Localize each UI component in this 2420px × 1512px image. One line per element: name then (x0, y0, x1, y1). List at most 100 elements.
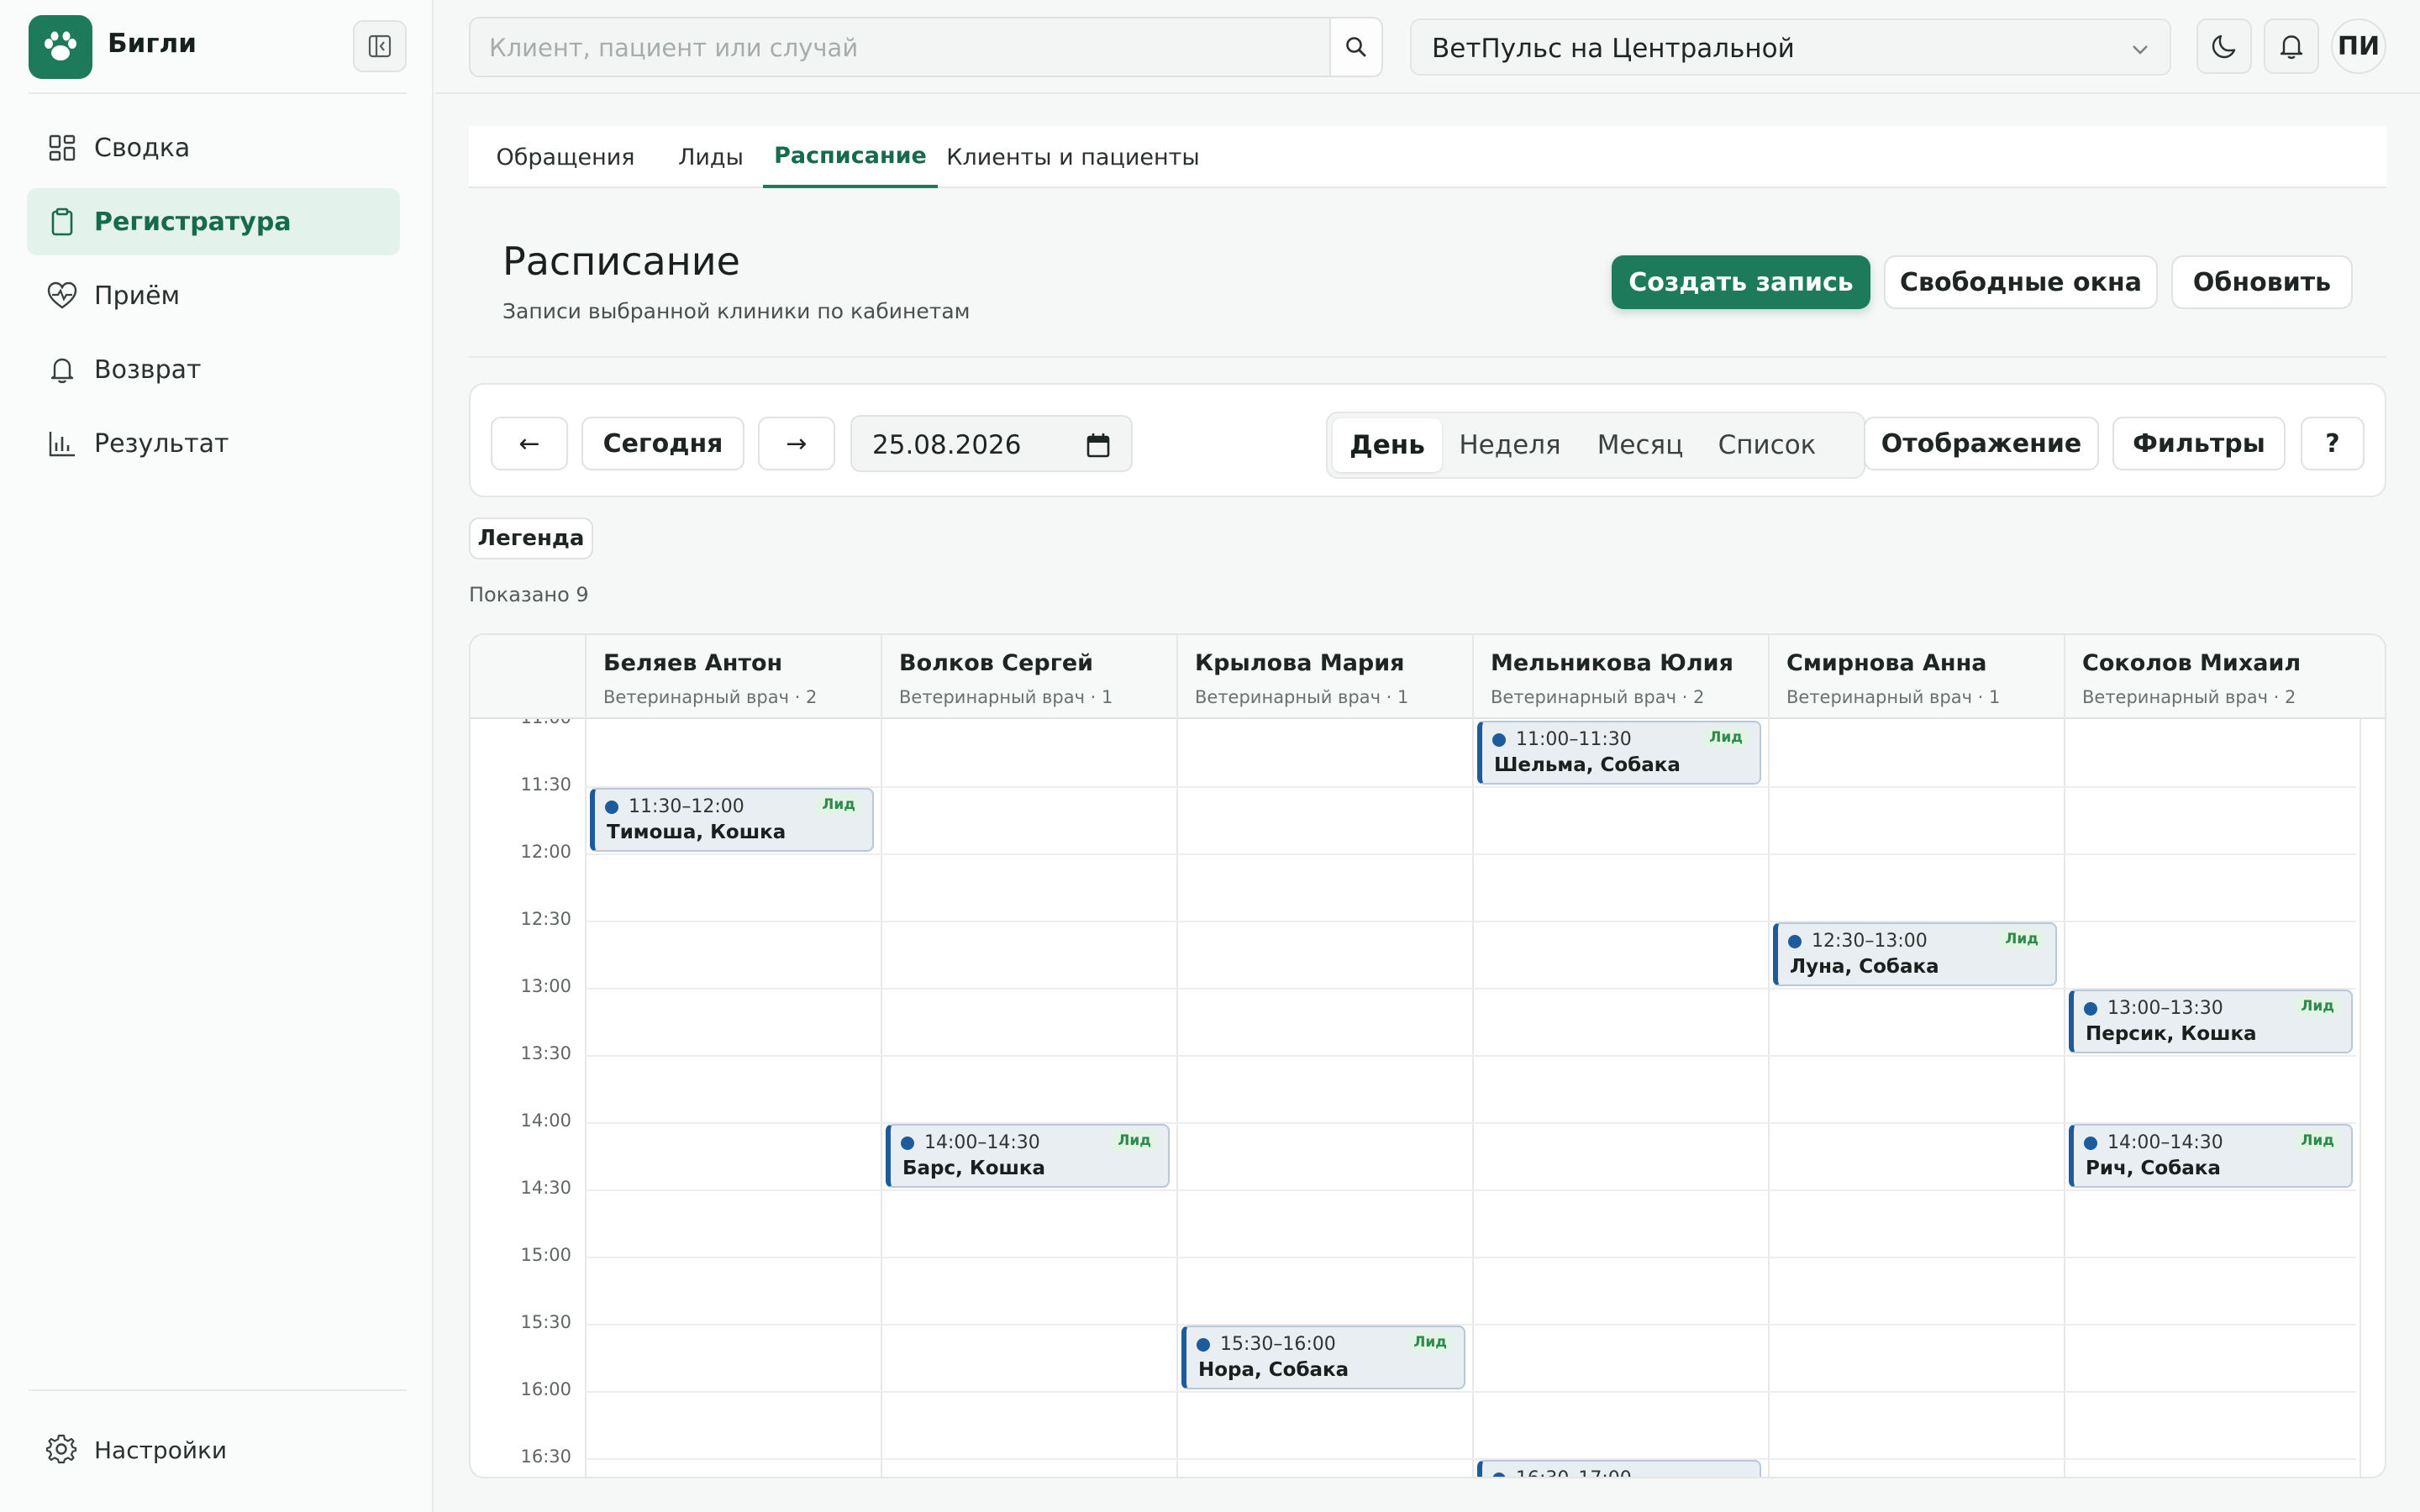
appointment-card[interactable]: 11:00–11:30 Шельма, Собака Лид (1477, 721, 1761, 785)
moon-icon (2212, 34, 2236, 59)
appointment-card[interactable]: 11:30–12:00 Тимоша, Кошка Лид (590, 788, 874, 852)
schedule-header: Беляев Антон Ветеринарный врач · 2 Волков … (471, 635, 2385, 719)
header-divider (469, 356, 2386, 358)
lead-badge: Лид (1111, 1131, 1158, 1151)
doctor-name: Смирнова Анна (1786, 650, 1987, 676)
next-day-button[interactable]: → (758, 417, 835, 470)
sidebar-item-return[interactable]: Возврат (27, 336, 400, 403)
lead-badge: Лид (1998, 929, 2045, 949)
appointment-card[interactable]: 12:30–13:00 Луна, Собака Лид (1773, 922, 2057, 986)
doctor-column-header: Волков Сергей Ветеринарный врач · 1 (881, 635, 1176, 719)
schedule-toolbar: ← Сегодня → 25.08.2026 День Неделя Месяц… (469, 383, 2386, 497)
sidebar-item-label: Возврат (94, 354, 202, 385)
date-value: 25.08.2026 (872, 430, 1022, 460)
schedule-body[interactable]: 11:00 11:30 12:00 12:30 13:00 13:30 14:00 14:30… (471, 719, 2385, 1477)
heart-pulse-icon (45, 279, 79, 312)
appointment-card[interactable]: 14:00–14:30 Барс, Кошка Лид (886, 1124, 1170, 1188)
sidebar-item-result[interactable]: Результат (27, 410, 400, 477)
view-month[interactable]: Месяц (1580, 418, 1701, 472)
lead-badge: Лид (815, 795, 862, 815)
time-label: 14:00 (520, 1110, 571, 1131)
avatar[interactable]: ПИ (2331, 18, 2386, 74)
notifications-button[interactable] (2264, 18, 2319, 74)
sidebar-item-label: Результат (94, 428, 229, 459)
view-list[interactable]: Список (1704, 418, 1830, 472)
view-day[interactable]: День (1333, 418, 1442, 472)
appointment-time: 14:00–14:30 (2107, 1132, 2223, 1153)
sidebar-item-label: Сводка (94, 133, 191, 163)
search-input[interactable] (489, 29, 1296, 67)
sidebar-collapse-icon (368, 34, 392, 58)
appointment-time: 12:30–13:00 (1812, 931, 1928, 952)
time-label: 15:30 (520, 1312, 571, 1332)
doctor-column-header: Беляев Антон Ветеринарный врач · 2 (585, 635, 881, 719)
today-button[interactable]: Сегодня (581, 417, 744, 470)
display-settings-button[interactable]: Отображение (1864, 417, 2099, 470)
sidebar-item-label: Регистратура (94, 207, 292, 237)
doctor-column-header: Крылова Мария Ветеринарный врач · 1 (1176, 635, 1472, 719)
refresh-button[interactable]: Обновить (2171, 255, 2353, 309)
time-label: 11:30 (520, 774, 571, 795)
time-label: 13:00 (520, 976, 571, 996)
sidebar-item-summary[interactable]: Сводка (27, 114, 400, 181)
create-appointment-button[interactable]: Создать запись (1612, 255, 1870, 309)
date-picker[interactable]: 25.08.2026 (850, 415, 1133, 472)
search-field[interactable] (469, 17, 1331, 77)
lead-badge: Лид (1407, 1332, 1454, 1352)
clinic-select-value: ВетПульс на Центральной (1432, 34, 1795, 64)
appointment-card[interactable]: 15:30–16:00 Нора, Собака Лид (1181, 1326, 1465, 1389)
sidebar-divider (29, 1389, 407, 1391)
help-button[interactable]: ? (2301, 417, 2365, 470)
appointment-time: 15:30–16:00 (1220, 1334, 1336, 1355)
filters-button[interactable]: Фильтры (2112, 417, 2286, 470)
page-subtitle: Записи выбранной клиники по кабинетам (502, 299, 971, 323)
doctor-role: Ветеринарный врач · 1 (1786, 687, 2001, 707)
appointment-card[interactable]: 16:30–17:00 (1477, 1460, 1761, 1477)
free-slots-button[interactable]: Свободные окна (1884, 255, 2158, 309)
sidebar-item-reception[interactable]: Приём (27, 262, 400, 329)
status-dot-icon (2084, 1137, 2097, 1150)
sidebar: Бигли Сводка Регистратура Приём Возврат (0, 0, 434, 1512)
legend-button[interactable]: Легенда (469, 517, 593, 559)
appointment-time: 11:30–12:00 (629, 796, 744, 817)
view-week[interactable]: Неделя (1445, 418, 1575, 472)
time-label: 11:00 (471, 719, 571, 727)
sidebar-item-label: Приём (94, 281, 181, 311)
column-divider (585, 719, 587, 1477)
clinic-select[interactable]: ВетПульс на Центральной (1410, 18, 2171, 76)
sidebar-item-settings[interactable]: Настройки (27, 1416, 400, 1483)
sidebar-item-registry[interactable]: Регистратура (27, 188, 400, 255)
doctor-column-header: Мельникова Юлия Ветеринарный врач · 2 (1472, 635, 1768, 719)
column-divider (1176, 719, 1178, 1477)
status-dot-icon (1788, 935, 1802, 948)
status-dot-icon (605, 801, 618, 814)
appointment-patient: Луна, Собака (1790, 956, 1939, 978)
tab-requests[interactable]: Обращения (469, 126, 662, 188)
tab-schedule[interactable]: Расписание (763, 126, 938, 188)
appointment-card[interactable]: 14:00–14:30 Рич, Собака Лид (2069, 1124, 2353, 1188)
prev-day-button[interactable]: ← (491, 417, 568, 470)
theme-toggle-button[interactable] (2196, 18, 2252, 74)
time-gridline (585, 1257, 2356, 1258)
doctor-role: Ветеринарный врач · 1 (1195, 687, 1409, 707)
appointment-patient: Персик, Кошка (2086, 1023, 2257, 1045)
status-dot-icon (2084, 1002, 2097, 1016)
doctor-column-header: Соколов Михаил Ветеринарный врач · 2 (2064, 635, 2360, 719)
column-divider (1472, 719, 1474, 1477)
topbar-divider (435, 92, 2420, 94)
bar-chart-icon (45, 427, 79, 460)
page-title: Расписание (502, 239, 740, 284)
tab-leads[interactable]: Лиды (662, 126, 760, 188)
status-dot-icon (1492, 1473, 1506, 1477)
doctor-role: Ветеринарный врач · 1 (899, 687, 1113, 707)
search-button[interactable] (1329, 17, 1383, 77)
collapse-sidebar-button[interactable] (353, 20, 407, 72)
time-label: 13:30 (520, 1043, 571, 1063)
appointment-time: 16:30–17:00 (1516, 1468, 1632, 1477)
time-label: 16:30 (520, 1446, 571, 1467)
section-tabs: Обращения Лиды Расписание Клиенты и паци… (469, 126, 2386, 188)
appointment-card[interactable]: 13:00–13:30 Персик, Кошка Лид (2069, 990, 2353, 1053)
schedule-grid: Беляев Антон Ветеринарный врач · 2 Волков … (469, 633, 2386, 1478)
tab-clients-patients[interactable]: Клиенты и пациенты (944, 126, 1202, 188)
appointment-patient: Барс, Кошка (902, 1158, 1046, 1179)
